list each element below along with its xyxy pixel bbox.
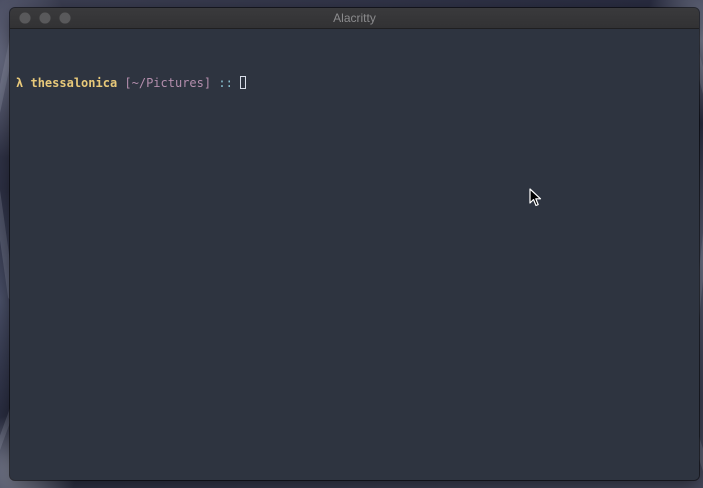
prompt-separator: :: bbox=[218, 76, 233, 90]
text-cursor bbox=[240, 76, 247, 89]
window-title: Alacritty bbox=[333, 11, 376, 25]
prompt-line: λ thessalonica [~/Pictures] :: bbox=[16, 75, 699, 91]
window-titlebar[interactable]: Alacritty bbox=[10, 8, 699, 29]
terminal-window[interactable]: Alacritty λ thessalonica [~/Pictures] :: bbox=[10, 8, 699, 480]
prompt-cwd: [~/Pictures] bbox=[124, 76, 212, 90]
terminal-area[interactable]: λ thessalonica [~/Pictures] :: bbox=[10, 29, 699, 480]
prompt-hostname: thessalonica bbox=[30, 76, 118, 90]
mouse-pointer-icon bbox=[529, 188, 542, 207]
